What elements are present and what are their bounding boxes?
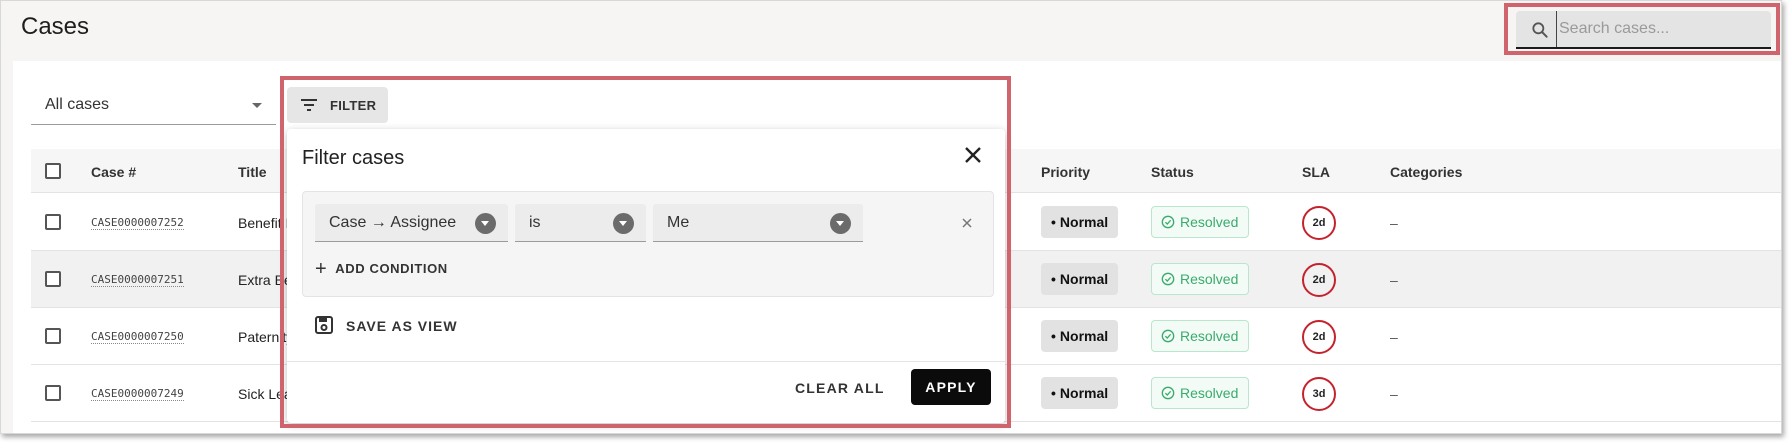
check-circle-icon: [1161, 215, 1175, 229]
categories-cell: –: [1390, 272, 1398, 288]
status-badge: Resolved: [1151, 263, 1250, 295]
sla-indicator: 2d: [1302, 320, 1336, 354]
app-window: Cases All cases Case # Title Priority St…: [0, 0, 1782, 434]
status-label: Resolved: [1180, 328, 1239, 344]
sla-indicator: 2d: [1302, 206, 1336, 240]
view-select-value: All cases: [45, 96, 110, 113]
status-label: Resolved: [1180, 271, 1239, 287]
column-header-priority[interactable]: Priority: [1041, 164, 1090, 180]
page-title: Cases: [21, 13, 90, 40]
view-select[interactable]: All cases: [31, 85, 276, 125]
categories-cell: –: [1390, 329, 1398, 345]
status-badge: Resolved: [1151, 206, 1250, 238]
check-circle-icon: [1161, 386, 1175, 400]
categories-cell: –: [1390, 386, 1398, 402]
status-badge: Resolved: [1151, 320, 1250, 352]
row-checkbox[interactable]: [45, 271, 61, 287]
case-number-link[interactable]: CASE0000007249: [91, 387, 184, 401]
sla-indicator: 3d: [1302, 377, 1336, 411]
column-header-categories[interactable]: Categories: [1390, 164, 1462, 180]
check-circle-icon: [1161, 272, 1175, 286]
status-label: Resolved: [1180, 214, 1239, 230]
priority-badge: Normal: [1041, 320, 1119, 352]
check-circle-icon: [1161, 329, 1175, 343]
column-header-case[interactable]: Case #: [91, 164, 136, 180]
status-label: Resolved: [1180, 385, 1239, 401]
priority-badge: Normal: [1041, 263, 1119, 295]
column-header-status[interactable]: Status: [1151, 164, 1194, 180]
case-number-link[interactable]: CASE0000007250: [91, 330, 184, 344]
case-number-link[interactable]: CASE0000007252: [91, 216, 184, 230]
search-highlight-box: [1504, 3, 1780, 55]
select-all-checkbox[interactable]: [45, 163, 61, 179]
row-checkbox[interactable]: [45, 214, 61, 230]
row-checkbox[interactable]: [45, 328, 61, 344]
column-header-title[interactable]: Title: [238, 164, 267, 180]
column-header-sla[interactable]: SLA: [1302, 164, 1330, 180]
priority-badge: Normal: [1041, 206, 1119, 238]
row-checkbox[interactable]: [45, 385, 61, 401]
sla-indicator: 2d: [1302, 263, 1336, 297]
status-badge: Resolved: [1151, 377, 1250, 409]
filter-highlight-box: [280, 76, 1011, 428]
categories-cell: –: [1390, 215, 1398, 231]
priority-badge: Normal: [1041, 377, 1119, 409]
case-number-link[interactable]: CASE0000007251: [91, 273, 184, 287]
caret-down-icon: [252, 103, 262, 108]
